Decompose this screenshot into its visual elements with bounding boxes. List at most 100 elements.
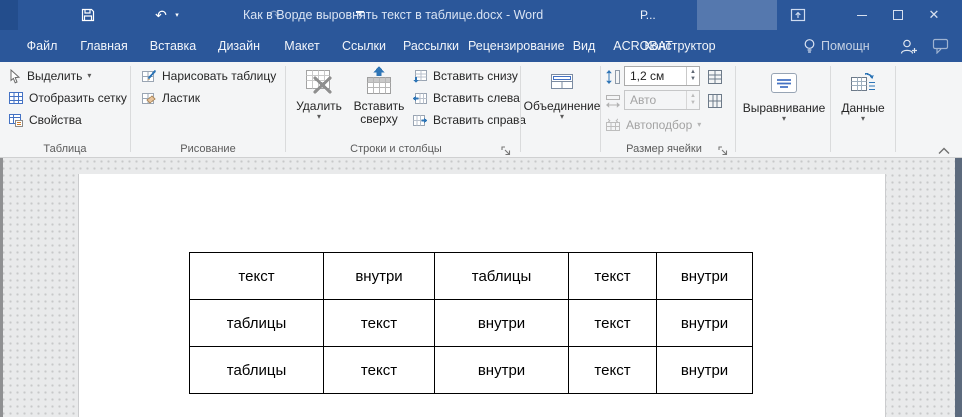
group-separator — [830, 66, 831, 152]
titlebar-peek-text: Р... — [640, 0, 656, 30]
table-cell[interactable]: внутри — [657, 253, 753, 300]
group-separator — [735, 66, 736, 152]
tab-file[interactable]: Файл — [18, 30, 66, 62]
group-label-rows-cols: Строки и столбцы — [286, 142, 506, 156]
table-cell[interactable]: текст — [569, 347, 657, 394]
chevron-down-icon: ▾ — [87, 72, 91, 80]
group-separator — [520, 66, 521, 152]
row-height-input[interactable]: 1,2 см ▲▼ — [624, 66, 700, 86]
chevron-down-icon: ▾ — [697, 121, 701, 129]
window-edge-left — [0, 158, 3, 417]
share-button[interactable] — [896, 30, 922, 62]
col-width-value: Авто — [625, 93, 686, 107]
table-cell[interactable]: внутри — [324, 253, 435, 300]
insert-above-button[interactable]: Вставить сверху — [350, 64, 408, 126]
row-height-icon — [605, 69, 621, 85]
col-width-icon — [605, 93, 621, 109]
tell-me-button[interactable] — [800, 30, 818, 62]
group-label-drawing: Рисование — [131, 142, 285, 156]
row-height-spinner[interactable]: ▲▼ — [686, 67, 699, 85]
gridlines-icon — [8, 91, 24, 105]
tab-mailings[interactable]: Рассылки — [400, 30, 462, 62]
table-cell[interactable]: таблицы — [190, 300, 324, 347]
spinner-down-icon[interactable]: ▼ — [690, 76, 696, 83]
table-cell[interactable]: внутри — [657, 347, 753, 394]
minimize-button[interactable] — [850, 0, 874, 30]
title-bar: ↶ ▾ ↷ ▾ Как в Ворде выровнять текст в та… — [0, 0, 962, 30]
tab-home[interactable]: Главная — [72, 30, 136, 62]
table-cell[interactable]: внутри — [435, 347, 569, 394]
window-edge-right[interactable] — [955, 158, 962, 417]
tab-references[interactable]: Ссылки — [336, 30, 392, 62]
tab-table-design[interactable]: Конструктор — [644, 30, 716, 62]
distribute-columns-button[interactable] — [706, 91, 724, 111]
table-row: таблицы текст внутри текст внутри — [190, 300, 753, 347]
table-cell[interactable]: таблицы — [435, 253, 569, 300]
distribute-rows-button[interactable] — [706, 67, 724, 87]
tab-view[interactable]: Вид — [564, 30, 604, 62]
insert-right-label: Вставить справа — [433, 113, 526, 127]
insert-left-icon — [412, 91, 428, 106]
view-gridlines-button[interactable]: Отобразить сетку — [8, 88, 127, 108]
table-cell[interactable]: текст — [190, 253, 324, 300]
maximize-button[interactable] — [886, 0, 910, 30]
insert-right-button[interactable]: Вставить справа — [412, 110, 526, 130]
ribbon: Выделить ▾ Отобразить сетку Свойства Таб… — [0, 62, 962, 158]
alignment-button[interactable]: Выравнивание ▾ — [740, 64, 828, 123]
insert-above-label-2: сверху — [360, 113, 397, 126]
table-cell[interactable]: текст — [569, 300, 657, 347]
select-button[interactable]: Выделить ▾ — [8, 66, 91, 86]
table-cell[interactable]: таблицы — [190, 347, 324, 394]
table-cell[interactable]: текст — [324, 300, 435, 347]
group-separator — [600, 66, 601, 152]
close-button[interactable]: ✕ — [922, 0, 946, 30]
autofit-icon — [605, 118, 621, 133]
insert-left-button[interactable]: Вставить слева — [412, 88, 520, 108]
tell-me-label[interactable]: Помощн — [821, 30, 870, 62]
col-width-icon-wrap — [605, 91, 621, 111]
eraser-label: Ластик — [162, 91, 200, 105]
delete-table-icon — [303, 64, 335, 100]
table-row: таблицы текст внутри текст внутри — [190, 347, 753, 394]
undo-dropdown[interactable]: ▾ — [172, 0, 182, 30]
group-separator — [285, 66, 286, 152]
col-width-input: Авто ▲▼ — [624, 90, 700, 110]
view-gridlines-label: Отобразить сетку — [29, 91, 127, 105]
eraser-button[interactable]: Ластик — [141, 88, 200, 108]
draw-table-icon — [141, 69, 157, 84]
group-label-cell-size: Размер ячейки — [601, 142, 727, 156]
table-cell[interactable]: текст — [324, 347, 435, 394]
autofit-button: Автоподбор ▾ — [605, 115, 701, 135]
tab-design[interactable]: Дизайн — [210, 30, 268, 62]
merge-button[interactable]: Объединение ▾ — [524, 64, 600, 121]
save-button[interactable] — [78, 0, 98, 30]
tab-insert[interactable]: Вставка — [144, 30, 202, 62]
delete-button[interactable]: Удалить ▾ — [292, 64, 346, 121]
ribbon-display-options-button[interactable] — [786, 0, 810, 30]
cell-size-dialog-launcher[interactable] — [718, 144, 730, 156]
dialog-launcher-icon — [718, 146, 729, 157]
insert-below-button[interactable]: Вставить снизу — [412, 66, 518, 86]
draw-table-button[interactable]: Нарисовать таблицу — [141, 66, 276, 86]
document-table: текст внутри таблицы текст внутри таблиц… — [189, 252, 753, 394]
data-button[interactable]: Данные ▾ — [834, 64, 892, 123]
tab-review[interactable]: Рецензирование — [468, 30, 558, 62]
table-row: текст внутри таблицы текст внутри — [190, 253, 753, 300]
distribute-columns-icon — [706, 92, 724, 110]
table-data-icon — [848, 64, 878, 102]
row-height-value[interactable]: 1,2 см — [625, 69, 686, 83]
comment-icon — [932, 38, 950, 54]
table-cell[interactable]: внутри — [435, 300, 569, 347]
table-cell[interactable]: текст — [569, 253, 657, 300]
group-separator — [895, 66, 896, 152]
spinner-up-icon[interactable]: ▲ — [690, 69, 696, 76]
rows-cols-dialog-launcher[interactable] — [501, 144, 513, 156]
insert-below-icon — [412, 69, 428, 84]
ribbon-tabs: Файл Главная Вставка Дизайн Макет Ссылки… — [0, 30, 962, 62]
comments-button[interactable] — [928, 30, 954, 62]
table-cell[interactable]: внутри — [657, 300, 753, 347]
app-icon[interactable] — [0, 0, 18, 30]
tab-layout[interactable]: Макет — [276, 30, 328, 62]
table-properties-button[interactable]: Свойства — [8, 110, 82, 130]
undo-button[interactable]: ↶ — [150, 0, 172, 30]
